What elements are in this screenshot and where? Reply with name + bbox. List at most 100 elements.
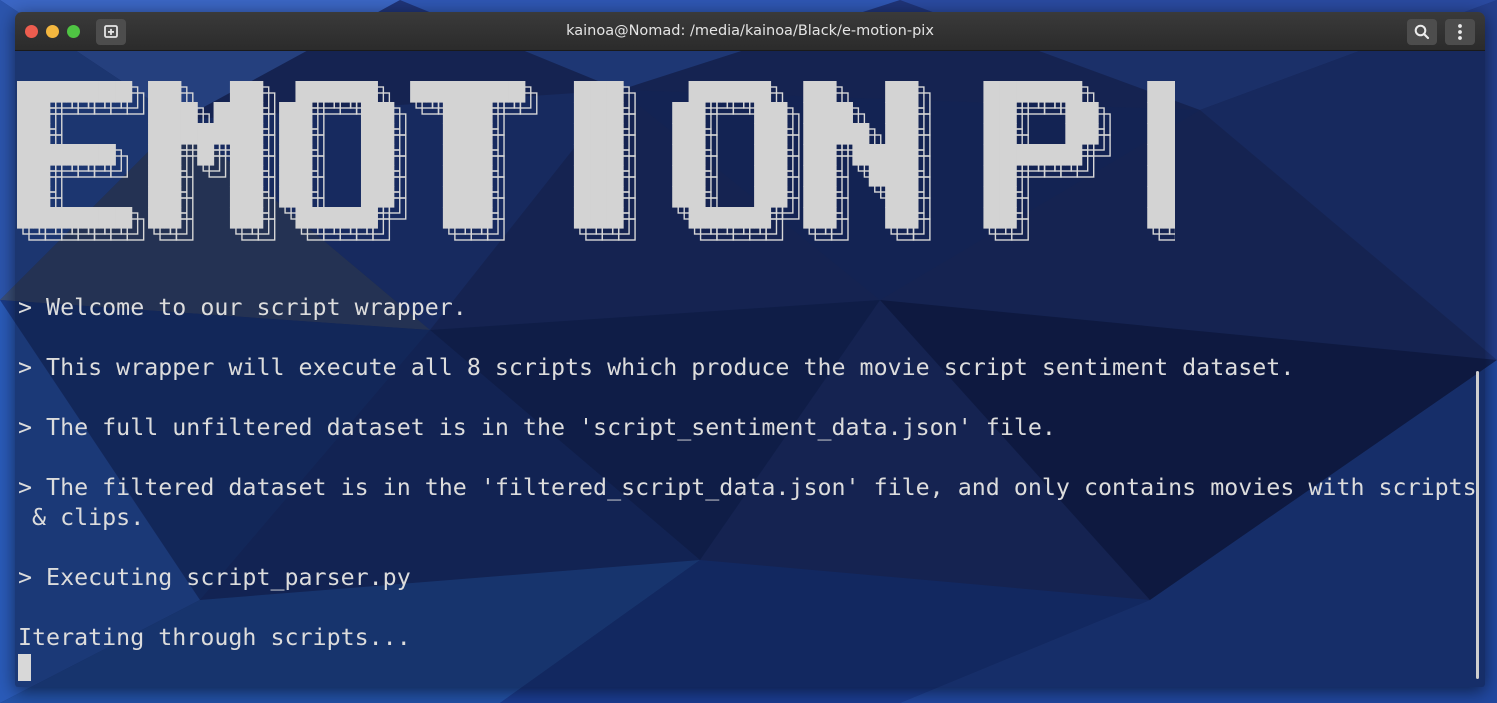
banner-pixel xyxy=(999,144,1017,166)
banner-pixel xyxy=(901,165,919,187)
banner-pixel xyxy=(1163,165,1175,187)
maximize-button[interactable] xyxy=(67,25,80,38)
banner-pixel xyxy=(836,123,853,145)
banner-pixel xyxy=(17,102,34,124)
banner-pixel xyxy=(344,81,362,103)
banner-pixel xyxy=(229,123,247,145)
banner-pixel xyxy=(17,186,34,208)
banner-pixel xyxy=(197,144,215,166)
banner-pixel xyxy=(475,102,493,124)
banner-pixel xyxy=(737,81,755,103)
scrollbar[interactable] xyxy=(1476,371,1479,679)
banner-pixel xyxy=(360,144,378,166)
banner-pixel xyxy=(442,102,460,124)
banner-pixel xyxy=(999,186,1017,208)
banner-pixel xyxy=(1081,123,1099,145)
banner-pixel xyxy=(754,81,772,103)
search-button[interactable] xyxy=(1407,19,1437,45)
banner-pixel xyxy=(1163,102,1175,124)
banner-pixel xyxy=(688,165,706,187)
banner-pixel xyxy=(17,81,34,103)
banner-pixel xyxy=(442,144,460,166)
banner-pixel xyxy=(164,144,182,166)
banner-pixel xyxy=(492,81,509,103)
banner-pixel xyxy=(377,186,395,208)
banner-pixel xyxy=(836,102,853,124)
banner-pixel xyxy=(770,123,788,145)
banner-pixel xyxy=(328,81,346,103)
banner-pixel xyxy=(246,123,264,145)
banner-pixel xyxy=(98,207,116,229)
banner-pixel xyxy=(246,186,264,208)
banner-pixel xyxy=(98,81,116,103)
banner-pixel xyxy=(1163,186,1175,208)
banner-pixel xyxy=(459,102,477,124)
banner-pixel xyxy=(573,207,591,229)
banner-pixel xyxy=(754,144,772,166)
banner-pixel xyxy=(66,207,84,229)
banner-pixel xyxy=(590,123,608,145)
banner-pixel xyxy=(721,207,739,229)
banner-pixel xyxy=(459,207,477,229)
banner-pixel xyxy=(737,207,755,229)
banner-pixel xyxy=(606,102,624,124)
banner-pixel xyxy=(754,186,772,208)
close-button[interactable] xyxy=(25,25,38,38)
banner-pixel xyxy=(164,207,182,229)
banner-pixel xyxy=(246,207,264,229)
terminal-window[interactable]: kainoa@Nomad: /media/kainoa/Black/e-moti… xyxy=(15,12,1485,687)
titlebar[interactable]: kainoa@Nomad: /media/kainoa/Black/e-moti… xyxy=(15,12,1485,51)
new-tab-button[interactable] xyxy=(96,19,126,45)
banner-pixel xyxy=(803,207,821,229)
banner-pixel xyxy=(279,123,297,145)
banner-pixel xyxy=(1081,102,1099,124)
banner-pixel xyxy=(901,81,919,103)
banner-pixel xyxy=(360,207,378,229)
banner-pixel xyxy=(819,102,837,124)
banner-pixel xyxy=(754,102,772,124)
banner-pixel xyxy=(246,102,264,124)
banner-pixel xyxy=(1163,123,1175,145)
terminal-line: > Executing script_parser.py xyxy=(18,564,411,591)
terminal-output-area[interactable]: > Welcome to our script wrapper. > This w… xyxy=(15,51,1485,687)
banner-pixel xyxy=(1065,81,1083,103)
banner-pixel xyxy=(360,102,378,124)
window-title: kainoa@Nomad: /media/kainoa/Black/e-moti… xyxy=(566,23,934,39)
terminal-line: & clips. xyxy=(18,504,145,531)
banner-pixel xyxy=(148,165,166,187)
banner-pixel xyxy=(82,144,100,166)
banner-pixel xyxy=(606,165,624,187)
banner-pixel xyxy=(180,102,198,124)
banner-pixel xyxy=(590,144,608,166)
terminal-line: > This wrapper will execute all 8 script… xyxy=(18,354,1295,381)
banner-pixel xyxy=(295,165,313,187)
banner-pixel xyxy=(819,207,837,229)
banner-pixel xyxy=(606,144,624,166)
banner-pixel xyxy=(279,144,297,166)
banner-pixel xyxy=(1147,123,1165,145)
banner-pixel xyxy=(672,102,690,124)
text-cursor xyxy=(18,654,31,681)
minimize-button[interactable] xyxy=(46,25,59,38)
banner-pixel xyxy=(803,123,821,145)
banner-pixel xyxy=(459,123,477,145)
banner-pixel xyxy=(475,207,493,229)
banner-pixel xyxy=(229,144,247,166)
banner-pixel xyxy=(803,144,821,166)
banner-pixel xyxy=(1065,123,1083,145)
banner-pixel xyxy=(508,81,526,103)
banner-pixel xyxy=(279,102,297,124)
banner-pixel xyxy=(852,144,870,166)
banner-pixel xyxy=(819,144,837,166)
banner-pixel xyxy=(1065,102,1083,124)
banner-pixel xyxy=(803,102,821,124)
menu-button[interactable] xyxy=(1445,19,1475,45)
banner-pixel xyxy=(868,165,886,187)
banner-pixel xyxy=(901,186,919,208)
banner-pixel xyxy=(803,81,821,103)
banner-pixel xyxy=(148,186,166,208)
banner-pixel xyxy=(983,81,1001,103)
